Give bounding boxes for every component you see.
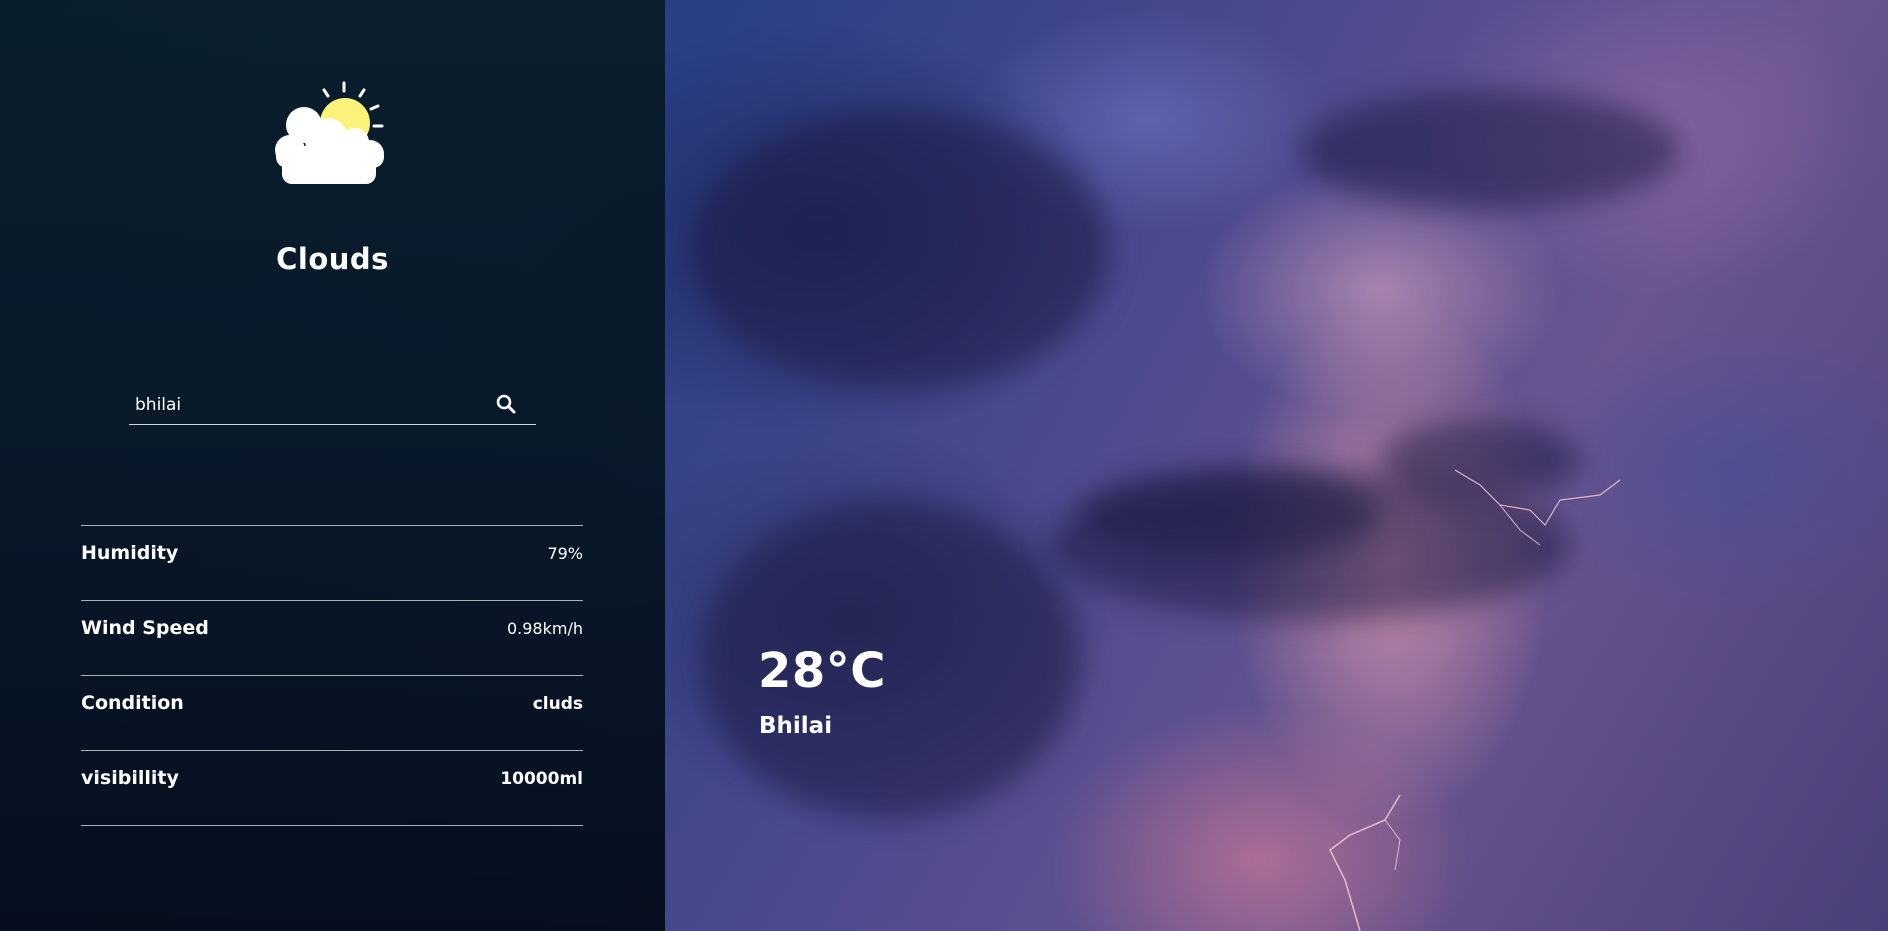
condition-title: Clouds [276,242,389,276]
sun-behind-cloud-icon [275,81,384,184]
detail-value: 79% [547,544,583,563]
detail-value: 10000ml [500,769,583,789]
detail-row-wind-speed: Wind Speed 0.98km/h [81,600,583,675]
weather-details: Humidity 79% Wind Speed 0.98km/h Conditi… [81,525,583,826]
search-icon[interactable] [494,392,518,416]
search-input[interactable] [135,392,475,418]
detail-row-visibility: visibillity 10000ml [81,750,583,826]
city-name: Bhilai [759,713,833,739]
detail-label: Humidity [81,542,179,564]
detail-row-condition: Condition cluds [81,675,583,750]
temperature-display: 28°C [758,643,887,699]
detail-label: Condition [81,692,184,714]
detail-label: Wind Speed [81,617,209,639]
detail-row-humidity: Humidity 79% [81,525,583,600]
left-panel: Clouds Humidity 79% Wind Speed 0.98km/h … [0,0,665,931]
detail-value: cluds [532,694,583,714]
detail-label: visibillity [81,767,179,789]
weather-app: Clouds Humidity 79% Wind Speed 0.98km/h … [0,0,1888,931]
search-box [129,388,536,425]
detail-value: 0.98km/h [506,619,583,638]
